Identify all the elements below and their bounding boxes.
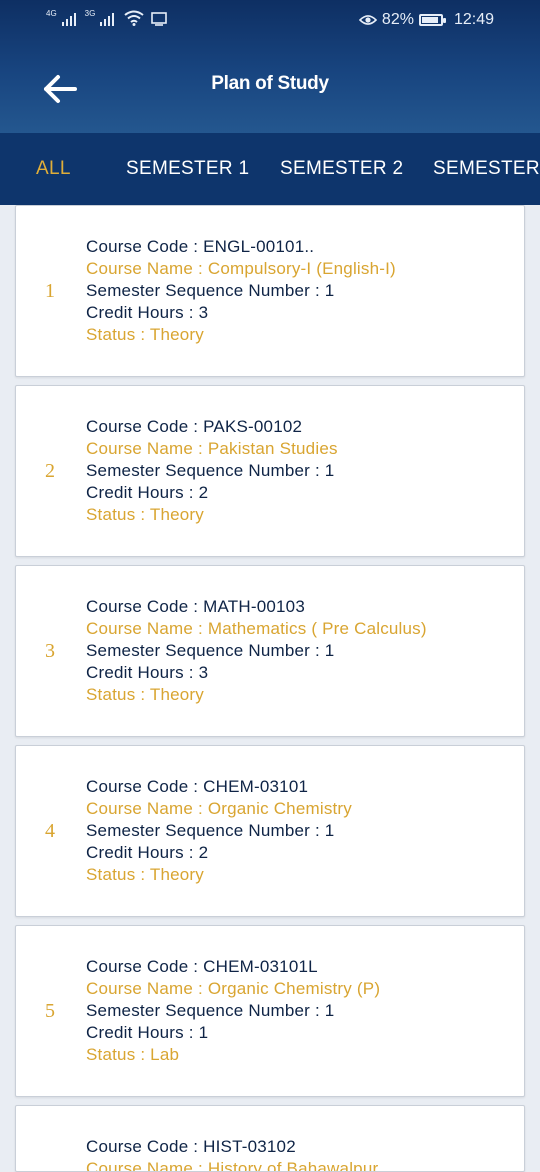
course-name: Course Name : Pakistan Studies (86, 439, 338, 458)
tab-semester-3[interactable]: SEMESTER (433, 158, 540, 180)
toolbar: Plan of Study (0, 55, 540, 121)
status-left: 4G 3G (46, 9, 168, 26)
semester-sequence: Semester Sequence Number : 1 (86, 1001, 335, 1020)
status-right: 82% 12:49 (358, 11, 494, 29)
network-type-1: 4G (46, 9, 57, 18)
course-index: 2 (45, 460, 55, 482)
semester-sequence: Semester Sequence Number : 1 (86, 821, 335, 840)
tab-bar: ALL SEMESTER 1 SEMESTER 2 SEMESTER (0, 133, 540, 205)
course-name: Course Name : Compulsory-I (English-I) (86, 259, 396, 278)
semester-sequence: Semester Sequence Number : 1 (86, 461, 335, 480)
app-header: 4G 3G 82% 12:49 Plan of Study (0, 0, 540, 133)
semester-sequence: Semester Sequence Number : 1 (86, 281, 335, 300)
wifi-icon (124, 10, 144, 26)
course-card[interactable]: Course Code : HIST-03102 Course Name : H… (15, 1105, 525, 1172)
credit-hours: Credit Hours : 2 (86, 483, 209, 502)
course-card[interactable]: 2 Course Code : PAKS-00102 Course Name :… (15, 385, 525, 557)
course-name: Course Name : Organic Chemistry (86, 799, 352, 818)
battery-icon (418, 14, 446, 26)
course-index: 3 (45, 640, 55, 662)
course-name: Course Name : Mathematics ( Pre Calculus… (86, 619, 427, 638)
course-status: Status : Lab (86, 1045, 180, 1064)
signal-icon-2 (100, 12, 115, 26)
clock: 12:49 (453, 11, 494, 28)
network-type-2: 3G (84, 9, 96, 18)
course-card[interactable]: 4 Course Code : CHEM-03101 Course Name :… (15, 745, 525, 917)
course-status: Status : Theory (86, 325, 204, 344)
course-status: Status : Theory (86, 685, 204, 704)
course-code: Course Code : MATH-00103 (86, 597, 305, 616)
course-index: 1 (45, 280, 55, 302)
semester-sequence: Semester Sequence Number : 1 (86, 641, 335, 660)
tab-all[interactable]: ALL (36, 158, 71, 180)
course-status: Status : Theory (86, 865, 204, 884)
battery-percent: 82% (381, 11, 414, 28)
tab-semester-1[interactable]: SEMESTER 1 (126, 158, 249, 180)
course-index: 4 (45, 820, 55, 842)
screen-cast-icon (151, 12, 168, 26)
course-index: 5 (45, 1000, 55, 1022)
course-code: Course Code : ENGL-00101.. (86, 237, 315, 256)
course-status: Status : Theory (86, 505, 204, 524)
status-bar: 4G 3G 82% 12:49 (0, 0, 540, 42)
course-code: Course Code : CHEM-03101L (86, 957, 318, 976)
course-card[interactable]: 1 Course Code : ENGL-00101.. Course Name… (15, 205, 525, 377)
course-code: Course Code : CHEM-03101 (86, 777, 309, 796)
credit-hours: Credit Hours : 1 (86, 1023, 209, 1042)
course-code: Course Code : HIST-03102 (86, 1137, 296, 1156)
course-card[interactable]: 3 Course Code : MATH-00103 Course Name :… (15, 565, 525, 737)
page-title: Plan of Study (211, 73, 329, 94)
course-code: Course Code : PAKS-00102 (86, 417, 303, 436)
credit-hours: Credit Hours : 3 (86, 303, 209, 322)
signal-icon (61, 12, 76, 26)
course-name: Course Name : Organic Chemistry (P) (86, 979, 381, 998)
tab-semester-2[interactable]: SEMESTER 2 (280, 158, 403, 180)
course-card[interactable]: 5 Course Code : CHEM-03101L Course Name … (15, 925, 525, 1097)
credit-hours: Credit Hours : 2 (86, 843, 209, 862)
credit-hours: Credit Hours : 3 (86, 663, 209, 682)
eye-comfort-icon (358, 15, 377, 25)
